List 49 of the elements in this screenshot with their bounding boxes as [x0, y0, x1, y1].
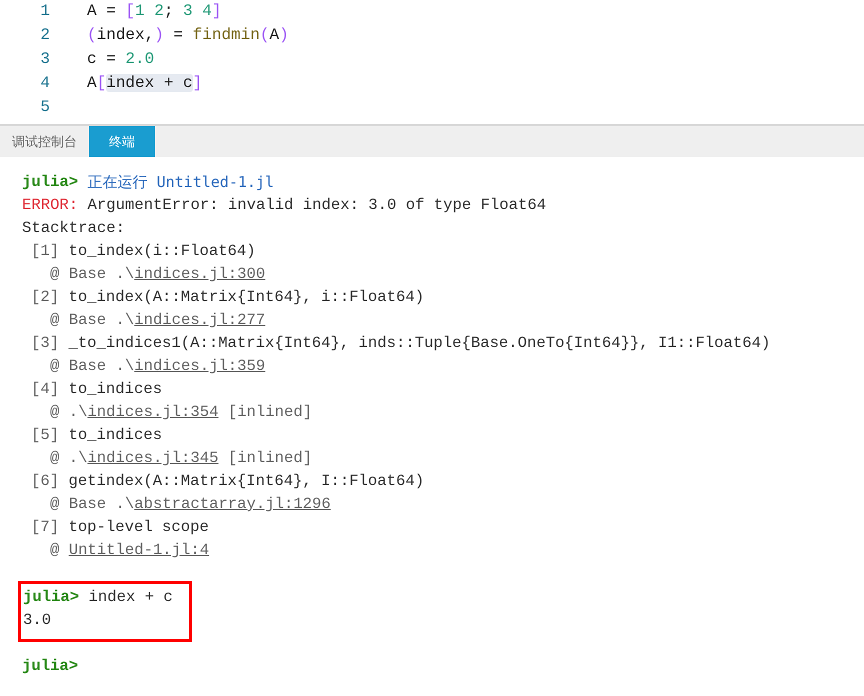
- line-number: 5: [39, 97, 50, 118]
- frame-location: @ .\: [50, 402, 88, 423]
- inlined-note: [inlined]: [228, 402, 312, 423]
- file-link[interactable]: indices.jl:300: [134, 263, 266, 286]
- frame-function: top-level scope: [68, 517, 209, 538]
- line-number: 3: [39, 49, 50, 70]
- run-message: 正在运行 Untitled-1.jl: [88, 172, 274, 193]
- frame-index: [4]: [31, 379, 60, 400]
- frame-index: [5]: [31, 425, 60, 446]
- panel-tab[interactable]: 终端: [89, 126, 155, 157]
- julia-prompt: julia>: [22, 656, 78, 677]
- error-message: ArgumentError: invalid index: 3.0 of type Float64: [88, 195, 546, 216]
- frame-index: [1]: [31, 241, 60, 262]
- code-line: c = 2.0: [87, 49, 154, 70]
- frame-function: _to_indices1(A::Matrix{Int64}, inds::Tuple{Base.OneTo{Int64}}, I1::Float64): [68, 333, 770, 354]
- code-line: (index,) = findmin(A): [87, 25, 289, 46]
- julia-prompt: julia>: [22, 172, 78, 193]
- file-link[interactable]: indices.jl:354: [87, 401, 218, 424]
- command-text: index + c: [88, 587, 173, 608]
- line-number: 1: [39, 1, 50, 22]
- frame-function: to_indices: [68, 425, 162, 446]
- stacktrace-heading: Stacktrace:: [22, 218, 125, 239]
- file-link[interactable]: Untitled-1.jl:4: [68, 539, 210, 562]
- error-label: ERROR:: [22, 195, 78, 216]
- frame-function: to_index(A::Matrix{Int64}, i::Float64): [68, 287, 424, 308]
- line-number: 4: [39, 73, 50, 94]
- file-link[interactable]: indices.jl:345: [87, 447, 218, 470]
- file-link[interactable]: indices.jl:277: [134, 309, 266, 332]
- line-number: 2: [39, 25, 50, 46]
- file-link[interactable]: abstractarray.jl:1296: [134, 493, 331, 516]
- frame-function: to_indices: [68, 379, 162, 400]
- panel-tab[interactable]: 调试控制台: [0, 126, 89, 157]
- inlined-note: [inlined]: [228, 448, 312, 469]
- frame-location: @ Base .\: [50, 494, 134, 515]
- frame-index: [7]: [31, 517, 60, 538]
- julia-prompt: julia>: [23, 587, 80, 608]
- frame-location: @ .\: [50, 448, 88, 469]
- frame-location: @ Base .\: [50, 310, 134, 331]
- frame-function: to_index(i::Float64): [68, 241, 256, 262]
- frame-index: [2]: [31, 287, 60, 308]
- file-link[interactable]: indices.jl:359: [134, 355, 266, 378]
- frame-location: @: [50, 540, 60, 561]
- frame-function: getindex(A::Matrix{Int64}, I::Float64): [68, 471, 424, 492]
- code-line: A = [1 2; 3 4]: [87, 1, 222, 22]
- frame-index: [3]: [31, 333, 60, 354]
- frame-location: @ Base .\: [50, 356, 134, 377]
- frame-location: @ Base .\: [50, 264, 134, 285]
- command-output: 3.0: [23, 610, 52, 631]
- frame-index: [6]: [31, 471, 60, 492]
